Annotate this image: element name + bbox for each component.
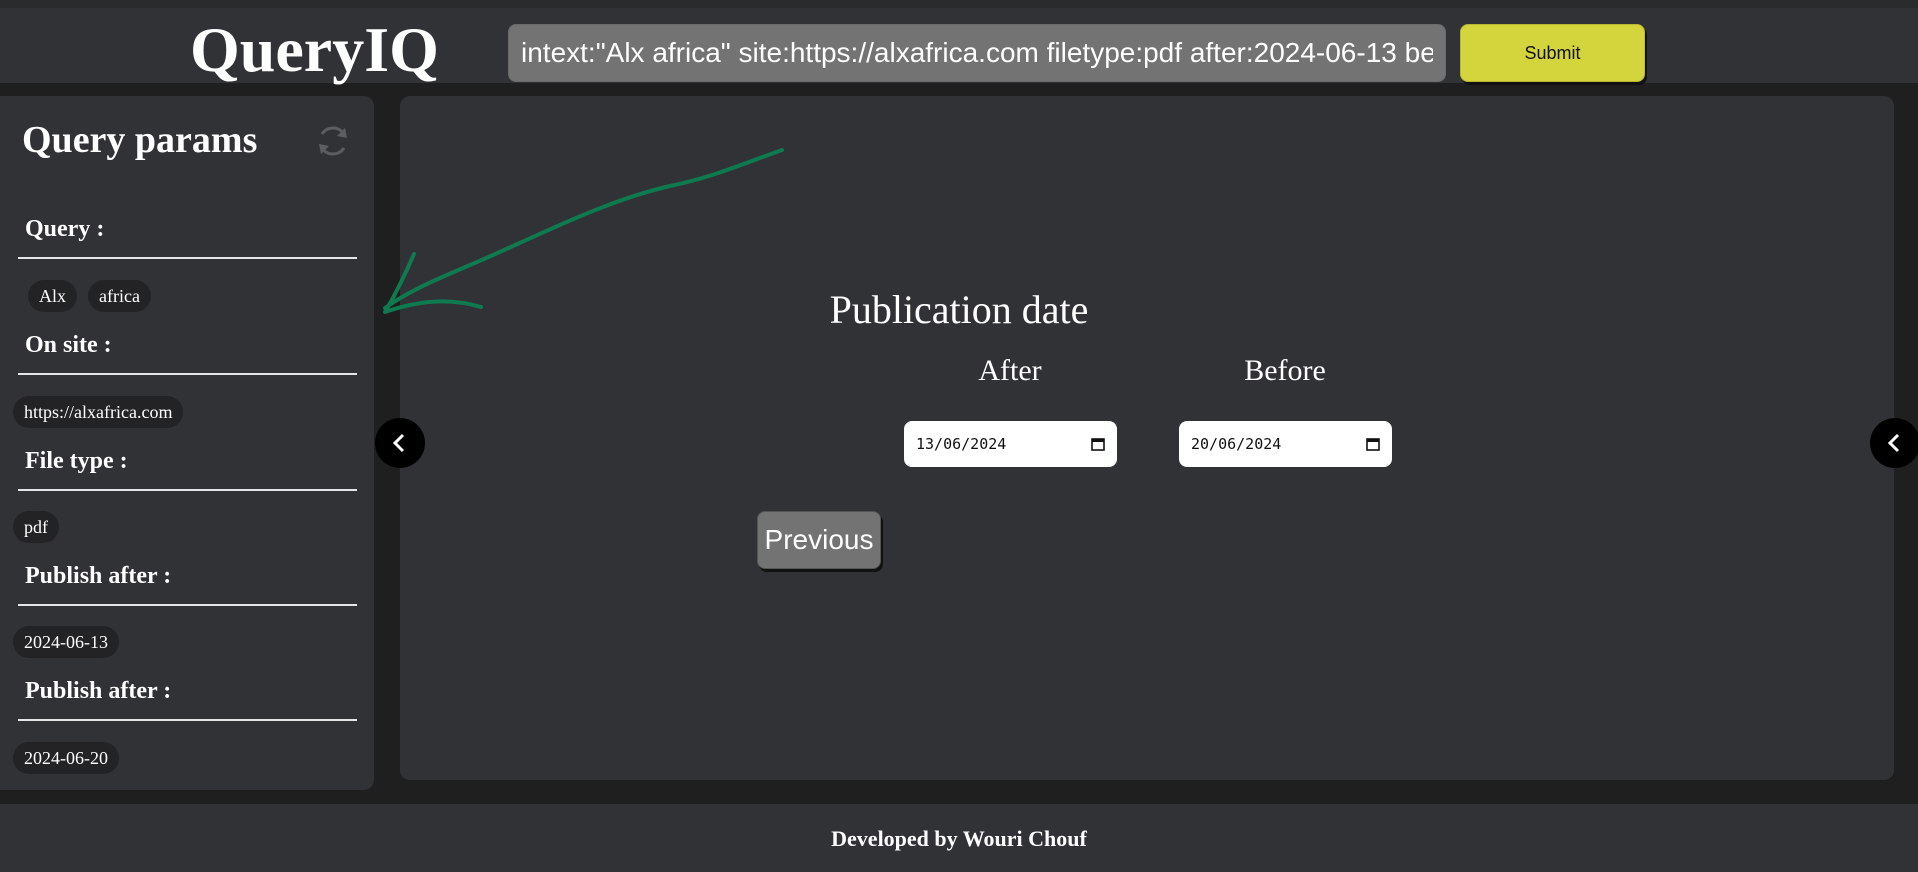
divider [18,719,357,721]
calendar-icon[interactable] [1091,437,1105,451]
footer: Developed by Wouri Chouf [0,804,1918,872]
filetype-chip: pdf [13,511,59,543]
footer-credit: Developed by Wouri Chouf [831,826,1087,851]
divider [18,257,357,259]
before-label: Before [1244,354,1326,387]
chevron-left-icon [1887,433,1900,453]
publication-date-title: Publication date [829,287,1089,332]
carousel-prev-button[interactable] [375,418,425,468]
submit-button[interactable]: Submit [1460,24,1645,82]
chevron-left-icon [392,433,405,453]
publish-before-chip: 2024-06-20 [13,742,119,774]
before-date-input[interactable]: 20/06/2024 [1179,421,1392,467]
calendar-icon[interactable] [1366,437,1380,451]
divider [18,489,357,491]
app-logo: QueryIQ [190,14,439,85]
site-section-label: On site : [25,332,112,358]
query-params-sidebar: Query params Query : Alx africa On site … [0,96,374,790]
query-input[interactable] [508,24,1446,82]
after-date-input[interactable]: 13/06/2024 [904,421,1117,467]
publish-before-section-label: Publish after : [25,678,172,704]
filetype-section-label: File type : [25,448,128,474]
publish-after-chip: 2024-06-13 [13,626,119,658]
divider [18,604,357,606]
carousel-next-button[interactable] [1870,418,1918,468]
site-chip: https://alxafrica.com [13,396,184,428]
main-panel [400,96,1894,780]
top-strip [0,0,1918,8]
before-date-value: 20/06/2024 [1191,435,1282,453]
sidebar-title: Query params [22,119,258,161]
publish-after-section-label: Publish after : [25,563,172,589]
after-label: After [978,354,1042,387]
refresh-icon[interactable] [314,122,352,160]
divider [18,373,357,375]
after-date-value: 13/06/2024 [916,435,1007,453]
query-section-label: Query : [25,216,105,242]
previous-button[interactable]: Previous [757,511,881,569]
app-header: QueryIQ Submit [0,8,1918,85]
